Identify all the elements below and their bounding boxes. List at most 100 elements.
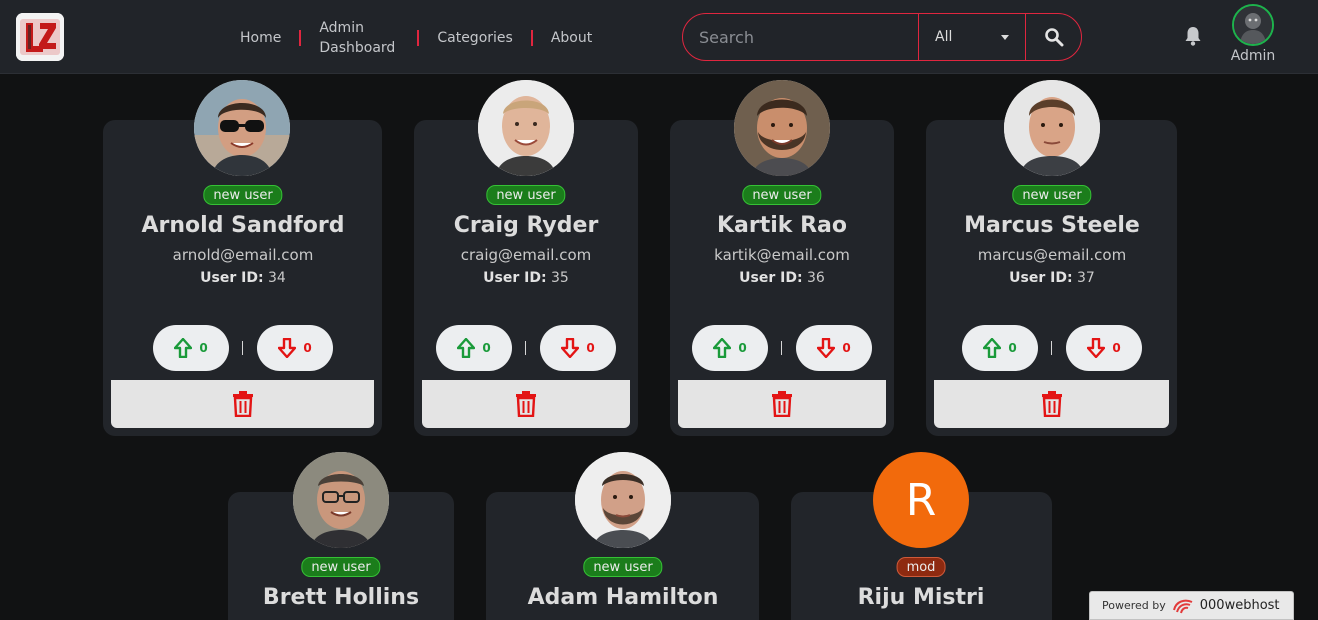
downvote-button[interactable]: 0 — [796, 325, 872, 371]
admin-label: Admin — [1230, 48, 1276, 64]
user-id: User ID: 37 — [902, 270, 1202, 286]
user-id-value: 36 — [807, 270, 825, 286]
arrow-up-icon — [713, 338, 732, 358]
avatar-photo — [575, 452, 671, 548]
trash-icon — [1041, 391, 1062, 417]
role-badge: new user — [1012, 185, 1092, 205]
user-email: kartik@email.com — [714, 246, 850, 264]
upvote-button[interactable]: 0 — [436, 325, 512, 371]
nav-admin-dashboard[interactable]: Admin Dashboard — [301, 18, 417, 58]
search-category-value: All — [935, 29, 953, 45]
avatar — [194, 80, 290, 176]
delete-user-button[interactable] — [934, 380, 1169, 428]
user-id: User ID: 34 — [93, 270, 393, 286]
downvote-count: 0 — [586, 341, 595, 355]
search-button[interactable] — [1025, 14, 1081, 60]
user-id-value: 37 — [1077, 270, 1095, 286]
user-email: marcus@email.com — [977, 246, 1127, 264]
arrow-down-icon — [1087, 338, 1106, 358]
role-badge: new user — [583, 557, 663, 577]
role-badge: new user — [486, 185, 566, 205]
avatar — [478, 80, 574, 176]
arrow-down-icon — [817, 338, 836, 358]
user-name: Marcus Steele — [964, 213, 1140, 238]
delete-user-button[interactable] — [422, 380, 630, 428]
search-bar: All — [682, 13, 1082, 61]
downvote-count: 0 — [303, 341, 312, 355]
user-name: Riju Mistri — [857, 585, 985, 610]
upvote-button[interactable]: 0 — [153, 325, 229, 371]
user-id-label: User ID: — [483, 270, 547, 286]
nav-home[interactable]: Home — [222, 28, 299, 48]
trash-icon — [232, 391, 253, 417]
avatar — [575, 452, 671, 548]
avatar-photo — [478, 80, 574, 176]
user-name: Adam Hamilton — [527, 585, 719, 610]
role-badge: new user — [301, 557, 381, 577]
user-email: arnold@email.com — [172, 246, 314, 264]
user-name: Craig Ryder — [453, 213, 599, 238]
upvote-count: 0 — [482, 341, 491, 355]
delete-user-button[interactable] — [678, 380, 886, 428]
avatar — [1004, 80, 1100, 176]
arrow-down-icon — [561, 338, 580, 358]
user-name: Kartik Rao — [717, 213, 847, 238]
delete-user-button[interactable] — [111, 380, 374, 428]
upvote-count: 0 — [199, 341, 208, 355]
downvote-count: 0 — [1112, 341, 1121, 355]
trash-icon — [772, 391, 792, 417]
bell-icon[interactable] — [1181, 24, 1205, 48]
arrow-down-icon — [278, 338, 297, 358]
downvote-button[interactable]: 0 — [540, 325, 616, 371]
user-name: Arnold Sandford — [141, 213, 345, 238]
downvote-button[interactable]: 0 — [257, 325, 333, 371]
avatar — [293, 452, 389, 548]
vote-divider — [242, 341, 243, 355]
search-input[interactable] — [683, 14, 918, 60]
downvote-count: 0 — [842, 341, 851, 355]
trash-icon — [516, 391, 536, 417]
site-logo[interactable] — [16, 13, 64, 61]
user-id-label: User ID: — [200, 270, 264, 286]
role-badge: mod — [896, 557, 946, 577]
admin-profile[interactable]: Admin — [1222, 4, 1284, 64]
user-id: User ID: 35 — [376, 270, 676, 286]
chevron-down-icon — [1001, 34, 1009, 40]
vote-divider — [781, 341, 782, 355]
upvote-button[interactable]: 0 — [692, 325, 768, 371]
logo-icon — [16, 13, 64, 61]
avatar-photo — [293, 452, 389, 548]
powered-by-label: Powered by — [1102, 599, 1166, 612]
user-email: craig@email.com — [460, 246, 592, 264]
avatar-photo — [1004, 80, 1100, 176]
search-category-select[interactable]: All — [918, 14, 1025, 60]
arrow-up-icon — [174, 338, 193, 358]
avatar-photo — [194, 80, 290, 176]
vote-divider — [525, 341, 526, 355]
nav-categories[interactable]: Categories — [419, 28, 530, 48]
user-id: User ID: 36 — [632, 270, 932, 286]
user-id-label: User ID: — [739, 270, 803, 286]
avatar — [734, 80, 830, 176]
arrow-up-icon — [457, 338, 476, 358]
downvote-button[interactable]: 0 — [1066, 325, 1142, 371]
role-badge: new user — [742, 185, 822, 205]
role-badge: new user — [203, 185, 283, 205]
nav-about[interactable]: About — [533, 28, 610, 48]
avatar-letter: R — [905, 474, 937, 526]
admin-avatar — [1232, 4, 1274, 46]
host-name: 000webhost — [1199, 598, 1280, 613]
upvote-count: 0 — [738, 341, 747, 355]
user-id-label: User ID: — [1009, 270, 1073, 286]
search-icon — [1044, 28, 1063, 47]
main-nav: Home Admin Dashboard Categories About — [222, 16, 610, 60]
user-name: Brett Hollins — [262, 585, 420, 610]
avatar: R — [873, 452, 969, 548]
admin-avatar-icon — [1234, 6, 1272, 44]
user-id-value: 35 — [551, 270, 569, 286]
webhost-logo-icon — [1172, 599, 1193, 613]
upvote-button[interactable]: 0 — [962, 325, 1038, 371]
vote-divider — [1051, 341, 1052, 355]
hosting-badge[interactable]: Powered by 000webhost — [1089, 591, 1294, 620]
upvote-count: 0 — [1008, 341, 1017, 355]
